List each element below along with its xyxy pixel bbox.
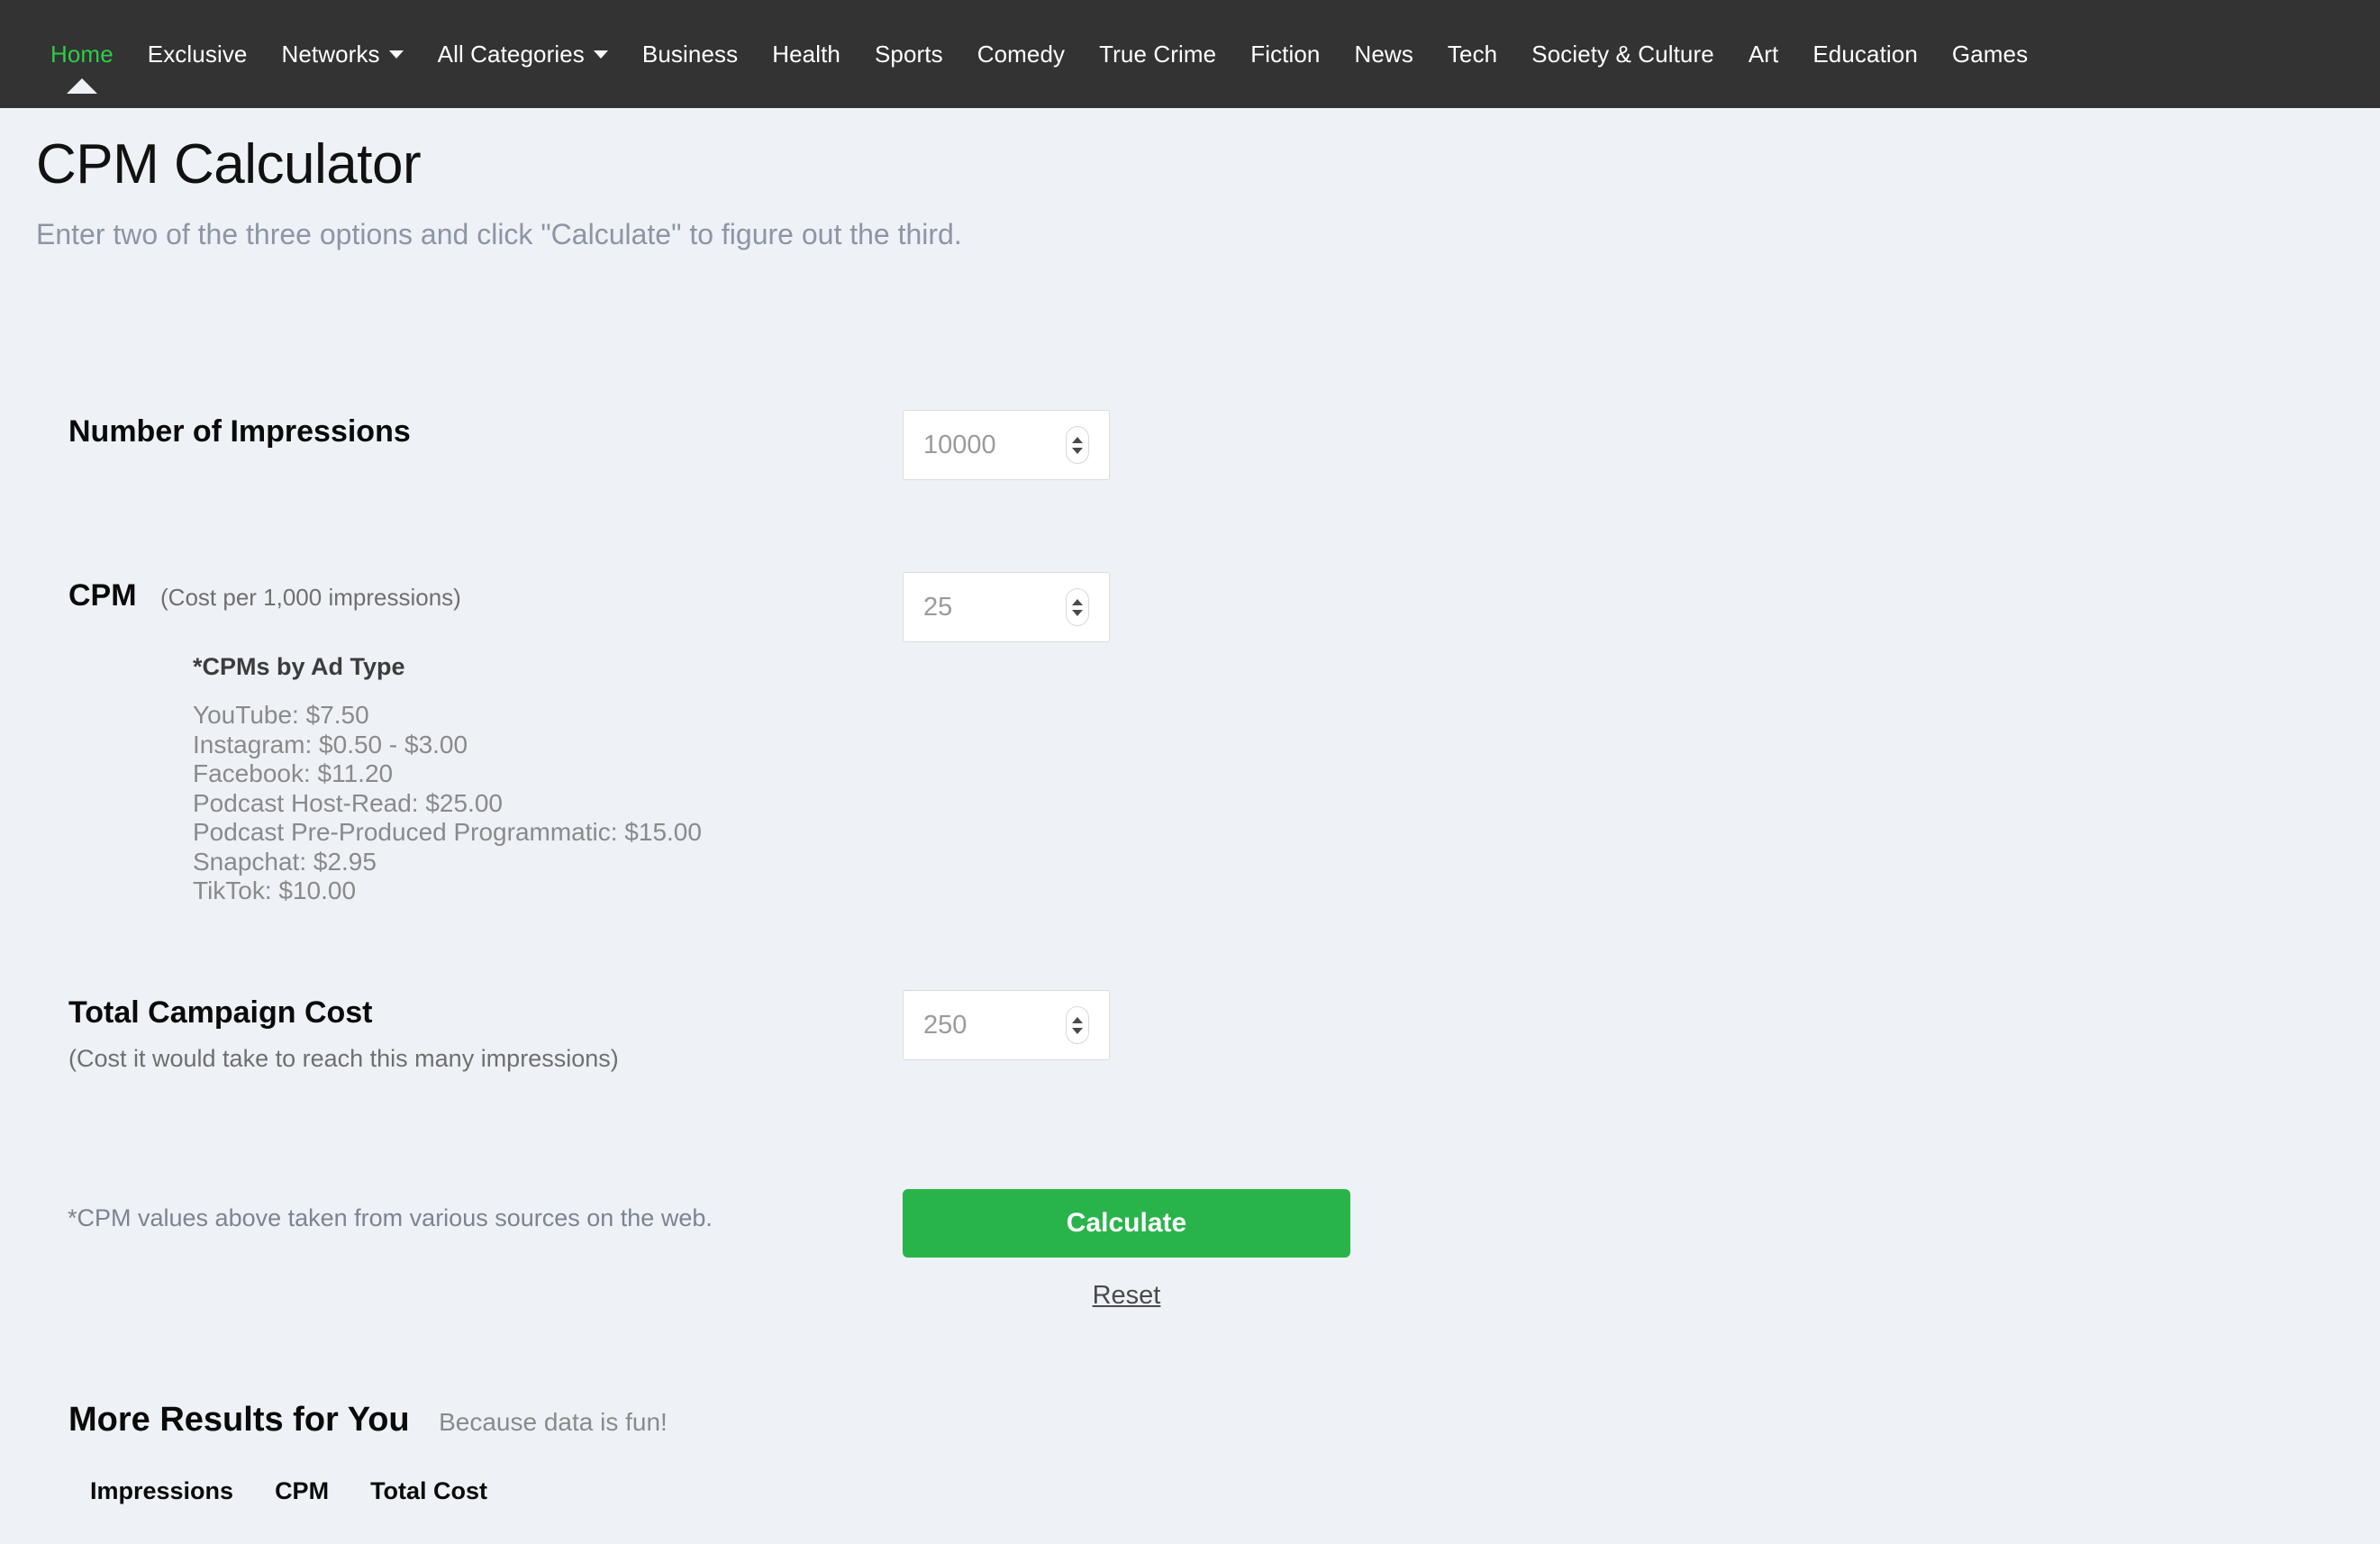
nav-item-label: Networks	[281, 40, 380, 68]
chevron-up-icon[interactable]	[1072, 1016, 1083, 1023]
more-results-tagline: Because data is fun!	[439, 1408, 668, 1436]
nav-item-comedy[interactable]: Comedy	[977, 41, 1065, 68]
column-header-total-cost: Total Cost	[370, 1477, 488, 1504]
nav-item-sports[interactable]: Sports	[875, 41, 943, 68]
page-subtitle: Enter two of the three options and click…	[36, 218, 962, 251]
nav-item-exclusive[interactable]: Exclusive	[148, 41, 248, 68]
list-item: Facebook: $11.20	[193, 759, 394, 787]
nav-item-health[interactable]: Health	[772, 41, 840, 68]
nav-item-label: Business	[641, 40, 739, 68]
chevron-up-icon[interactable]	[1072, 436, 1083, 443]
nav-item-networks[interactable]: Networks	[281, 40, 404, 68]
nav-item-label: All Categories	[437, 40, 585, 68]
cpm-input-value: 25	[923, 592, 953, 622]
nav-item-education[interactable]: Education	[1812, 41, 1918, 68]
nav-item-business[interactable]: Business	[642, 41, 738, 68]
list-item: TikTok: $10.00	[193, 876, 357, 904]
nav-item-home[interactable]: Home	[50, 40, 114, 94]
chevron-down-icon	[593, 50, 608, 59]
nav-item-art[interactable]: Art	[1749, 41, 1779, 68]
cpm-label: CPM	[68, 578, 137, 613]
nav-item-label: Health	[772, 40, 840, 68]
impressions-input-value: 10000	[923, 430, 996, 459]
results-table-header: Impressions CPM Total Cost	[90, 1477, 668, 1505]
nav-item-all-categories[interactable]: All Categories	[438, 41, 608, 68]
reset-link[interactable]: Reset	[903, 1281, 1350, 1311]
nav-item-news[interactable]: News	[1355, 41, 1413, 68]
total-cost-sublabel: (Cost it would take to reach this many i…	[68, 1045, 619, 1072]
page-title: CPM Calculator	[36, 133, 422, 195]
total-cost-label: Total Campaign Cost	[68, 995, 373, 1030]
active-nav-pointer-icon	[66, 77, 97, 94]
total-cost-input-value: 250	[923, 1010, 967, 1040]
nav-item-tech[interactable]: Tech	[1448, 41, 1497, 68]
nav-item-label: Home	[50, 40, 114, 68]
list-item: Instagram: $0.50 - $3.00	[193, 730, 468, 758]
nav-item-label: Fiction	[1250, 40, 1321, 68]
nav-item-true-crime[interactable]: True Crime	[1099, 41, 1216, 68]
list-item: Podcast Pre-Produced Programmatic: $15.0…	[193, 818, 702, 846]
nav-item-label: Games	[1951, 40, 2029, 68]
results-table: Impressions CPM Total Cost	[90, 1477, 668, 1505]
more-results-title: More Results for You	[68, 1401, 410, 1439]
list-item: YouTube: $7.50	[193, 701, 369, 729]
total-cost-stepper[interactable]	[1066, 1006, 1089, 1044]
nav-item-games[interactable]: Games	[1952, 41, 2028, 68]
nav-item-fiction[interactable]: Fiction	[1250, 41, 1320, 68]
nav-item-label: News	[1354, 40, 1413, 68]
chevron-down-icon[interactable]	[1072, 1027, 1083, 1034]
list-item: Podcast Host-Read: $25.00	[193, 788, 503, 817]
nav-item-society-and-culture[interactable]: Society & Culture	[1531, 41, 1714, 68]
cpm-ad-type-note: *CPMs by Ad Type YouTube: $7.50 Instagra…	[193, 653, 702, 906]
more-results-section: More Results for You Because data is fun…	[68, 1401, 668, 1505]
nav-item-label: Society & Culture	[1531, 40, 1714, 68]
impressions-stepper[interactable]	[1066, 426, 1089, 464]
nav-item-label: Sports	[874, 40, 943, 68]
cpm-sublabel: (Cost per 1,000 impressions)	[160, 584, 461, 611]
cpm-source-footnote: *CPM values above taken from various sou…	[68, 1204, 713, 1231]
chevron-down-icon	[388, 50, 404, 59]
nav-item-label: Comedy	[977, 40, 1066, 68]
list-item: Snapchat: $2.95	[193, 847, 377, 876]
cpm-stepper[interactable]	[1066, 588, 1089, 626]
chevron-down-icon[interactable]	[1072, 609, 1083, 616]
chevron-down-icon[interactable]	[1072, 447, 1083, 454]
nav-item-label: Education	[1812, 40, 1918, 68]
column-header-cpm: CPM	[275, 1477, 330, 1504]
cpm-input[interactable]: 25	[903, 572, 1110, 642]
impressions-input[interactable]: 10000	[903, 410, 1110, 480]
total-cost-input[interactable]: 250	[903, 990, 1110, 1060]
nav-item-label: Exclusive	[147, 40, 248, 68]
impressions-label: Number of Impressions	[68, 414, 411, 449]
main-navigation: Home Exclusive Networks All Categories B…	[0, 0, 2380, 108]
page-header: CPM Calculator Enter two of the three op…	[36, 135, 962, 251]
calculate-button[interactable]: Calculate	[903, 1189, 1350, 1258]
nav-item-label: Art	[1748, 40, 1779, 68]
nav-item-label: Tech	[1447, 40, 1498, 68]
column-header-impressions: Impressions	[90, 1477, 234, 1504]
chevron-up-icon[interactable]	[1072, 598, 1083, 605]
cpm-note-title: *CPMs by Ad Type	[193, 653, 405, 680]
nav-item-label: True Crime	[1099, 40, 1217, 68]
cpm-ad-type-list: YouTube: $7.50 Instagram: $0.50 - $3.00 …	[193, 701, 702, 906]
